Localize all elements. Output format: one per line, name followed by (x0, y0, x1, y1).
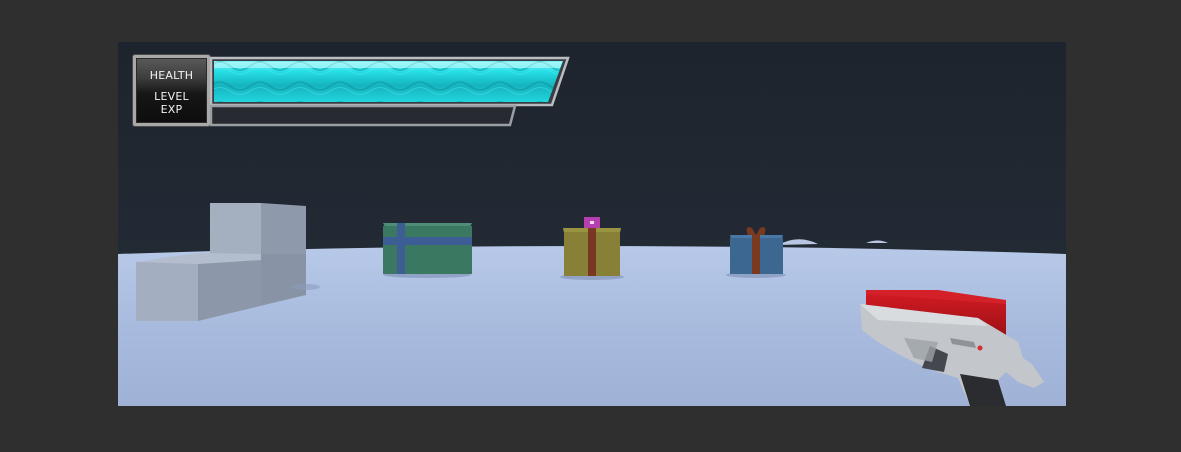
exp-label: EXP (160, 103, 183, 116)
exp-bar (210, 104, 517, 127)
hud-bars (210, 56, 570, 127)
health-bar-fill (214, 61, 563, 102)
health-label: HEALTH (149, 69, 194, 82)
game-viewport[interactable]: HEALTH LEVEL EXP (118, 42, 1066, 406)
health-bar (210, 56, 570, 107)
level-label: LEVEL (154, 90, 189, 103)
gift-green[interactable] (383, 223, 472, 278)
hud-label-panel: HEALTH LEVEL EXP (133, 55, 210, 126)
editor-frame: HEALTH LEVEL EXP (0, 0, 1181, 452)
